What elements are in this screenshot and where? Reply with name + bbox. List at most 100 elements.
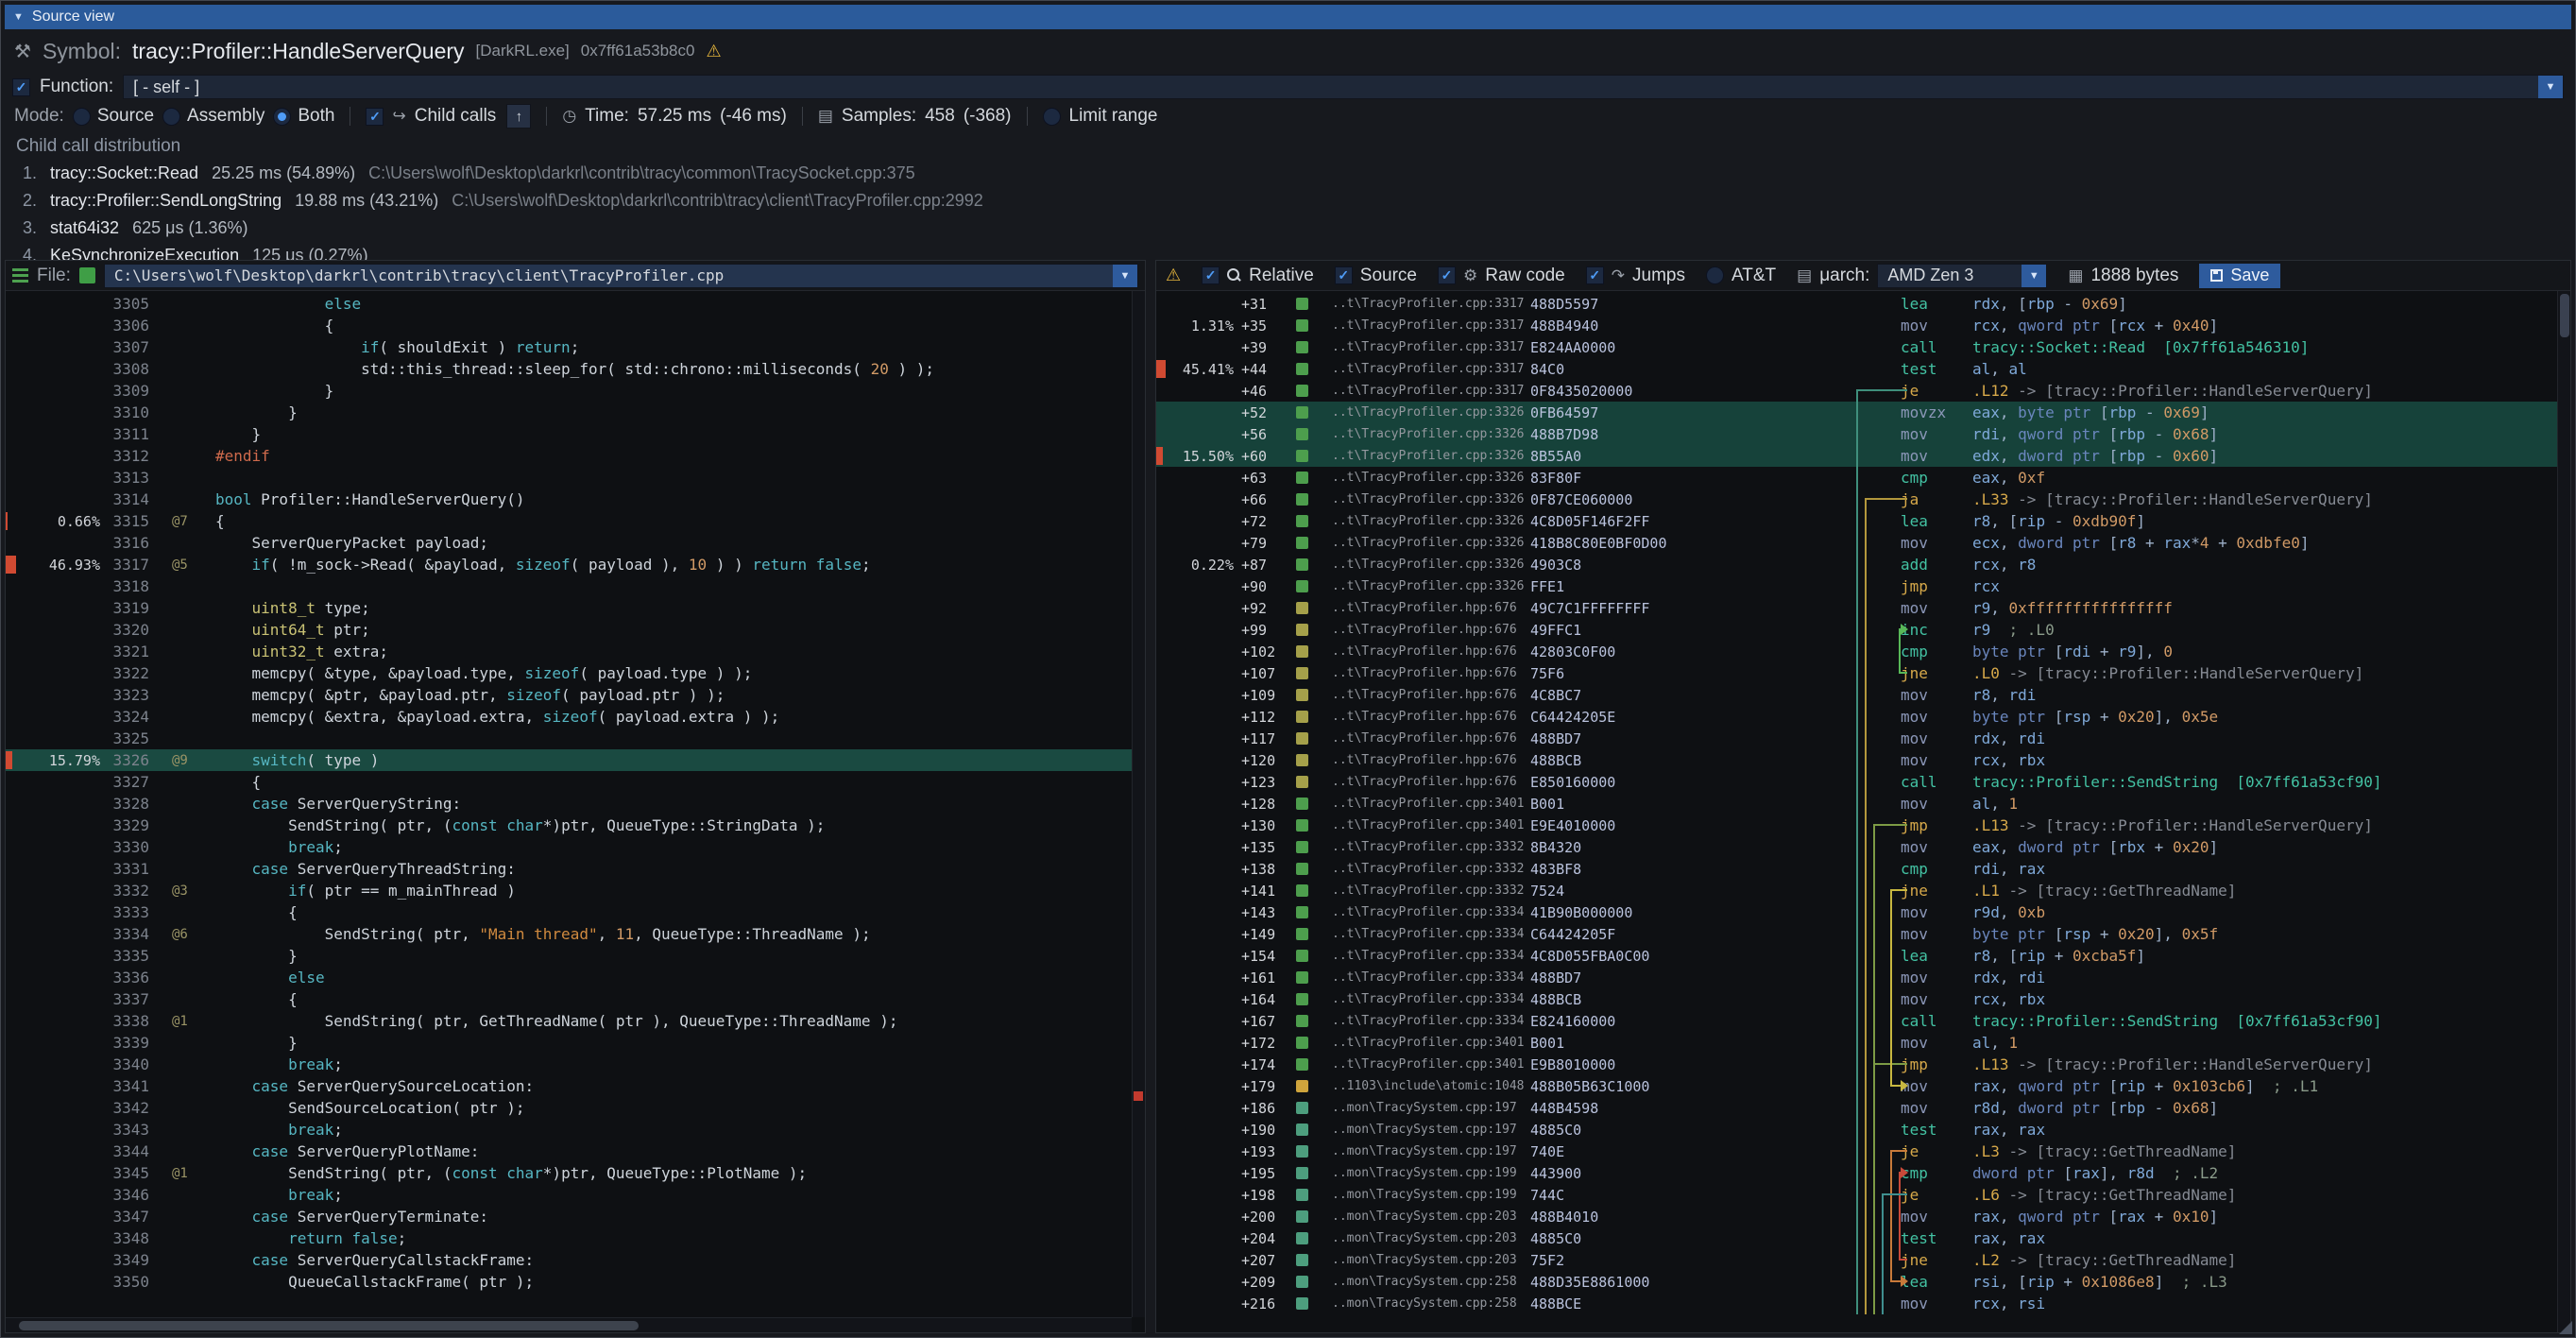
asm-location[interactable]: ..t\TracyProfiler.cpp:3332 [1332,883,1530,898]
source-line[interactable]: 3344 case ServerQueryPlotName: [6,1141,1132,1162]
asm-location[interactable]: ..t\TracyProfiler.cpp:3326 [1332,405,1530,420]
asm-location[interactable]: ..t\TracyProfiler.hpp:676 [1332,753,1530,767]
asm-row[interactable]: 1.31%+35..t\TracyProfiler.cpp:3317488B49… [1156,315,2557,336]
source-line[interactable]: 3337 { [6,988,1132,1010]
source-line[interactable]: 3314bool Profiler::HandleServerQuery() [6,489,1132,510]
hscroll-thumb[interactable] [19,1321,639,1330]
asm-location[interactable]: ..t\TracyProfiler.cpp:3334 [1332,905,1530,919]
asm-row[interactable]: 45.41%+44..t\TracyProfiler.cpp:331784C0t… [1156,358,2557,380]
radio-icon[interactable] [162,108,180,126]
radio-icon[interactable] [1706,266,1724,284]
source-line[interactable]: 3316 ServerQueryPacket payload; [6,532,1132,554]
asm-location[interactable]: ..t\TracyProfiler.cpp:3401 [1332,1057,1530,1072]
source-line[interactable]: 3332@3 if( ptr == m_mainThread ) [6,880,1132,901]
source-line[interactable]: 3346 break; [6,1184,1132,1206]
asm-location[interactable]: ..mon\TracySystem.cpp:203 [1332,1209,1530,1224]
child-call-row[interactable]: 1.tracy::Socket::Read25.25 ms (54.89%)C:… [16,160,2571,187]
asm-location[interactable]: ..t\TracyProfiler.hpp:676 [1332,666,1530,680]
source-line[interactable]: 3349 case ServerQueryCallstackFrame: [6,1249,1132,1271]
source-line[interactable]: 3321 uint32_t extra; [6,641,1132,662]
asm-location[interactable]: ..mon\TracySystem.cpp:199 [1332,1188,1530,1202]
radio-icon[interactable] [273,108,291,126]
asm-location[interactable]: ..t\TracyProfiler.cpp:3401 [1332,797,1530,811]
source-line[interactable]: 3329 SendString( ptr, (const char*)ptr, … [6,815,1132,836]
source-line[interactable]: 3333 { [6,901,1132,923]
asm-location[interactable]: ..mon\TracySystem.cpp:203 [1332,1253,1530,1267]
asm-location[interactable]: ..t\TracyProfiler.cpp:3334 [1332,927,1530,941]
source-line[interactable]: 3306 { [6,315,1132,336]
source-line[interactable]: 3310 } [6,402,1132,423]
source-line[interactable]: 3331 case ServerQueryThreadString: [6,858,1132,880]
asm-location[interactable]: ..t\TracyProfiler.cpp:3332 [1332,840,1530,854]
asm-location[interactable]: ..t\TracyProfiler.cpp:3334 [1332,970,1530,985]
asm-scrollbar[interactable] [2557,291,2570,1332]
asm-location[interactable]: ..t\TracyProfiler.cpp:3326 [1332,536,1530,550]
checkbox[interactable]: ✓ [1335,266,1353,284]
radio-icon[interactable] [73,108,91,126]
source-line[interactable]: 3328 case ServerQueryString: [6,793,1132,815]
source-line[interactable]: 3320 uint64_t ptr; [6,619,1132,641]
source-line[interactable]: 3330 break; [6,836,1132,858]
source-line[interactable]: 3341 case ServerQuerySourceLocation: [6,1075,1132,1097]
asm-location[interactable]: ..mon\TracySystem.cpp:197 [1332,1144,1530,1158]
source-line[interactable]: 3347 case ServerQueryTerminate: [6,1206,1132,1227]
source-hscrollbar[interactable] [6,1317,1132,1332]
source-line[interactable]: 3350 QueueCallstackFrame( ptr ); [6,1271,1132,1293]
source-scrollbar[interactable] [1132,291,1145,1317]
resize-grip[interactable] [2559,1321,2572,1334]
source-line[interactable]: 15.79%3326@9 switch( type ) [6,749,1132,771]
source-line[interactable]: 3324 memcpy( &extra, &payload.extra, siz… [6,706,1132,728]
mode-radio-assembly[interactable]: Assembly [162,106,264,127]
asm-location[interactable]: ..mon\TracySystem.cpp:199 [1332,1166,1530,1180]
asm-location[interactable]: ..t\TracyProfiler.cpp:3326 [1332,449,1530,463]
asm-location[interactable]: ..mon\TracySystem.cpp:203 [1332,1231,1530,1245]
asm-location[interactable]: ..t\TracyProfiler.cpp:3317 [1332,384,1530,398]
att-syntax-toggle[interactable]: AT&T [1706,266,1776,286]
source-line[interactable]: 3319 uint8_t type; [6,597,1132,619]
source-line[interactable]: 46.93%3317@5 if( !m_sock->Read( &payload… [6,554,1132,575]
asm-location[interactable]: ..mon\TracySystem.cpp:258 [1332,1275,1530,1289]
asm-location[interactable]: ..t\TracyProfiler.cpp:3326 [1332,427,1530,441]
asm-row[interactable]: +31..t\TracyProfiler.cpp:3317488D5597lea… [1156,293,2557,315]
source-line[interactable]: 3307 if( shouldExit ) return; [6,336,1132,358]
asm-location[interactable]: ..1103\include\atomic:1048 [1332,1079,1530,1093]
uarch-combo[interactable]: AMD Zen 3 ▼ [1877,264,2047,288]
asm-location[interactable]: ..t\TracyProfiler.cpp:3401 [1332,1036,1530,1050]
source-line[interactable]: 3336 else [6,967,1132,988]
checkbox[interactable]: ✓ [1586,266,1604,284]
file-combo[interactable]: C:\Users\wolf\Desktop\darkrl\contrib\tra… [104,264,1138,288]
asm-location[interactable]: ..t\TracyProfiler.cpp:3326 [1332,558,1530,572]
child-call-row[interactable]: 3.stat64i32625 μs (1.36%) [16,214,2571,242]
asm-location[interactable]: ..t\TracyProfiler.cpp:3317 [1332,318,1530,333]
asm-location[interactable]: ..t\TracyProfiler.hpp:676 [1332,688,1530,702]
asm-location[interactable]: ..t\TracyProfiler.cpp:3317 [1332,362,1530,376]
asm-location[interactable]: ..mon\TracySystem.cpp:197 [1332,1101,1530,1115]
asm-location[interactable]: ..t\TracyProfiler.cpp:3332 [1332,862,1530,876]
hot-line-marker[interactable] [1134,1091,1143,1101]
source-line[interactable]: 3323 memcpy( &ptr, &payload.ptr, sizeof(… [6,684,1132,706]
asm-location[interactable]: ..t\TracyProfiler.hpp:676 [1332,623,1530,637]
source-line[interactable]: 3309 } [6,380,1132,402]
asm-location[interactable]: ..t\TracyProfiler.cpp:3326 [1332,492,1530,506]
source-line[interactable]: 0.66%3315@7{ [6,510,1132,532]
relative-toggle[interactable]: ✓ Relative [1202,266,1314,286]
asm-location[interactable]: ..t\TracyProfiler.cpp:3326 [1332,471,1530,485]
source-line[interactable]: 3318 [6,575,1132,597]
source-line[interactable]: 3343 break; [6,1119,1132,1141]
source-line[interactable]: 3334@6 SendString( ptr, "Main thread", 1… [6,923,1132,945]
vscroll-thumb[interactable] [2560,294,2569,337]
go-to-parent-button[interactable]: ↑ [506,104,531,129]
jumps-toggle[interactable]: ✓ ↷ Jumps [1586,266,1685,286]
asm-location[interactable]: ..t\TracyProfiler.cpp:3401 [1332,818,1530,832]
source-line[interactable]: 3335 } [6,945,1132,967]
source-line[interactable]: 3312#endif [6,445,1132,467]
collapse-icon[interactable]: ▼ [13,11,24,23]
asm-location[interactable]: ..t\TracyProfiler.cpp:3334 [1332,992,1530,1006]
asm-location[interactable]: ..t\TracyProfiler.cpp:3317 [1332,297,1530,311]
source-line[interactable]: 3322 memcpy( &type, &payload.type, sizeo… [6,662,1132,684]
file-list-icon[interactable] [12,268,28,283]
source-line[interactable]: 3342 SendSourceLocation( ptr ); [6,1097,1132,1119]
source-line[interactable]: 3313 [6,467,1132,489]
mode-radio-source[interactable]: Source [73,106,154,127]
source-line[interactable]: 3345@1 SendString( ptr, (const char*)ptr… [6,1162,1132,1184]
